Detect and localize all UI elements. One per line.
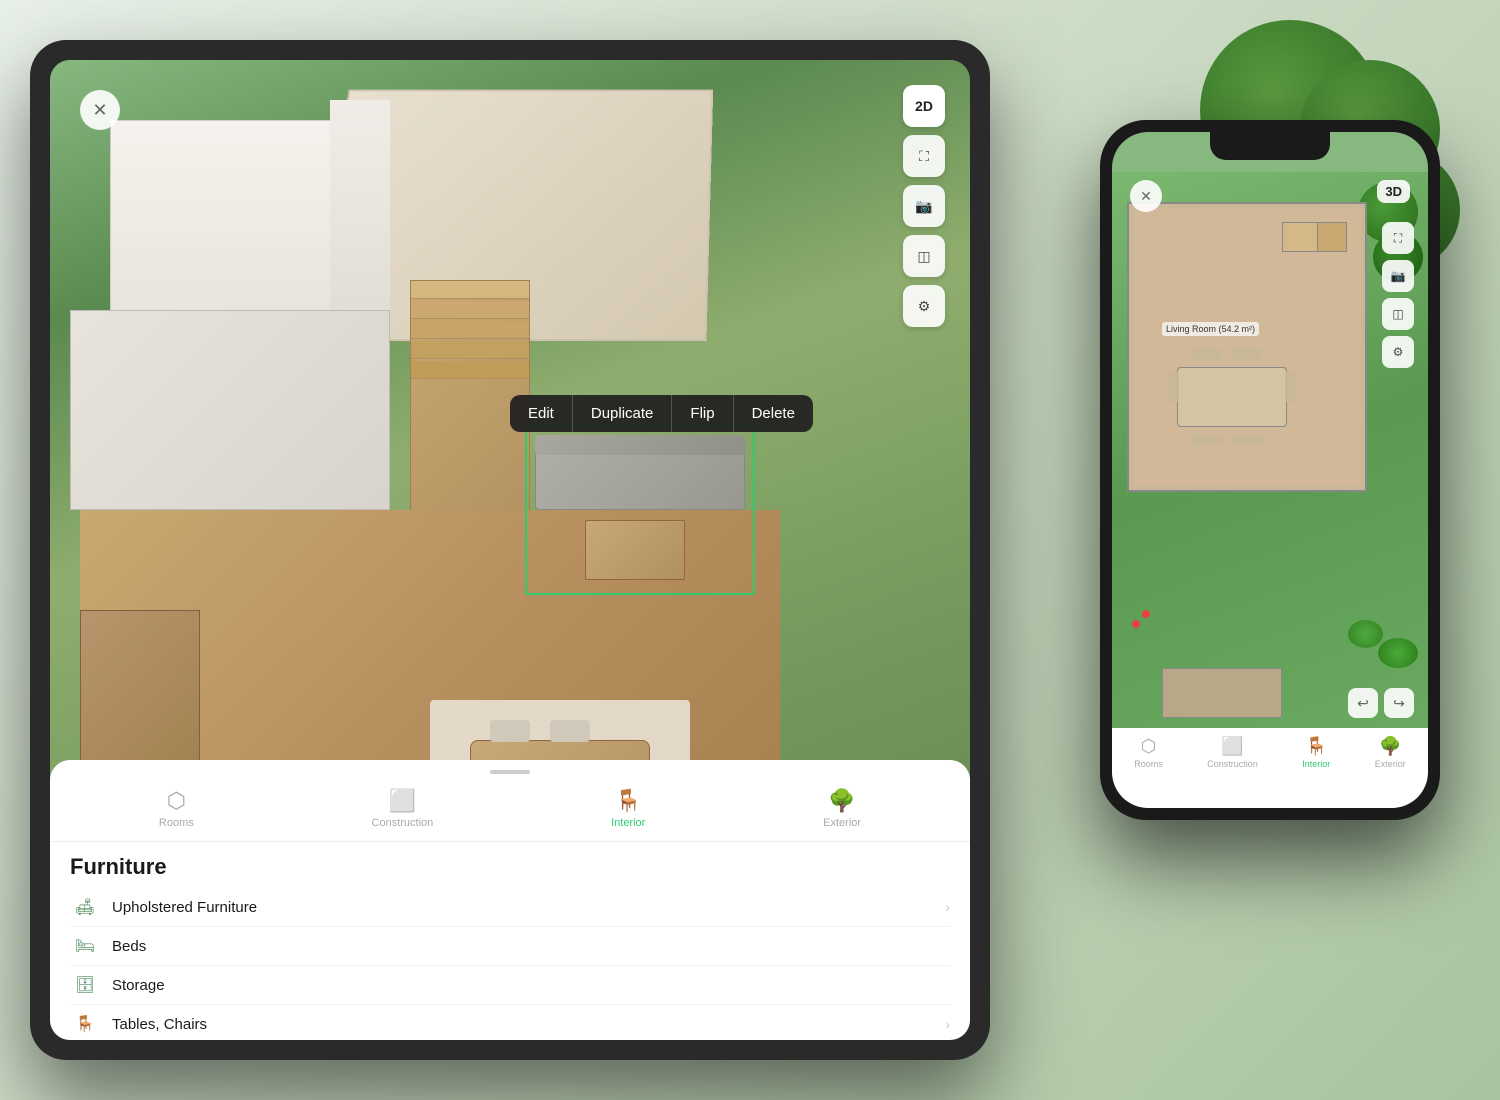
- fullscreen-button[interactable]: ⛶: [903, 135, 945, 177]
- arrow-3: ›: [945, 1016, 950, 1032]
- step-5: [411, 361, 529, 379]
- bottom-panel: ⬡ Rooms ⬜ Construction 🪑 Interior 🌳 Exte…: [50, 760, 970, 1040]
- phone-rooms-icon: ⬡: [1141, 736, 1157, 757]
- kitchen-area: [70, 310, 390, 510]
- phone-chair-r: [1285, 372, 1295, 402]
- phone-camera-button[interactable]: 📷: [1382, 260, 1414, 292]
- tablet-device: Edit Duplicate Flip Delete: [30, 40, 990, 1060]
- phone-device: Living Room (54.2 m²): [1100, 120, 1440, 820]
- menu-item-upholstered[interactable]: 🛋 Upholstered Furniture ›: [70, 888, 950, 927]
- phone-fullscreen-icon: ⛶: [1394, 231, 1402, 246]
- phone-fullscreen-button[interactable]: ⛶: [1382, 222, 1414, 254]
- phone-shrub-1: [1378, 638, 1418, 668]
- construction-icon: ⬜: [389, 788, 416, 814]
- menu-item-tables[interactable]: 🪑 Tables, Chairs ›: [70, 1005, 950, 1040]
- flip-button[interactable]: Flip: [672, 395, 733, 432]
- tab-exterior[interactable]: 🌳 Exterior: [807, 784, 877, 833]
- wall-center: [330, 100, 390, 340]
- phone-bottom-tabs: ⬡ Rooms ⬜ Construction 🪑 Interior 🌳 Exte…: [1112, 728, 1428, 808]
- phone-interior-icon: 🪑: [1305, 736, 1327, 757]
- edit-button[interactable]: Edit: [510, 395, 573, 432]
- phone-view-button[interactable]: 3D: [1377, 180, 1410, 203]
- phone-exterior-icon: 🌳: [1379, 736, 1401, 757]
- beds-icon: 🛏: [70, 936, 100, 956]
- panel-content: Furniture 🛋 Upholstered Furniture › 🛏 Be…: [50, 842, 970, 1040]
- selection-box: [525, 425, 755, 595]
- storage-icon: 🗄: [70, 975, 100, 995]
- phone-construction-icon: ⬜: [1221, 736, 1243, 757]
- phone-chair-l: [1169, 372, 1179, 402]
- phone-layers-button[interactable]: ◫: [1382, 298, 1414, 330]
- phone-table: [1177, 367, 1287, 427]
- phone-shrub-2: [1348, 620, 1383, 648]
- phone-settings-icon: ⚙: [1393, 345, 1404, 359]
- tables-icon: 🪑: [70, 1014, 100, 1034]
- tab-rooms[interactable]: ⬡ Rooms: [143, 784, 210, 833]
- camera-icon: 📷: [915, 198, 932, 215]
- phone-chair-t2: [1232, 349, 1262, 359]
- phone-redo-button[interactable]: ↪: [1384, 688, 1414, 718]
- phone-undo-redo: ↩ ↪: [1348, 688, 1414, 718]
- tablet-toolbar: 2D ⛶ 📷 ◫ ⚙: [903, 85, 945, 327]
- layers-button[interactable]: ◫: [903, 235, 945, 277]
- phone-screen: Living Room (54.2 m²): [1112, 132, 1428, 808]
- step-3: [411, 321, 529, 339]
- sofa-area: [530, 430, 750, 590]
- panel-title: Furniture: [70, 854, 950, 880]
- phone-undo-button[interactable]: ↩: [1348, 688, 1378, 718]
- phone-dining-set: [1177, 357, 1287, 437]
- rooms-icon: ⬡: [167, 788, 186, 814]
- tablet-close-button[interactable]: ✕: [80, 90, 120, 130]
- menu-item-storage[interactable]: 🗄 Storage ›: [70, 966, 950, 1005]
- interior-icon: 🪑: [615, 788, 642, 814]
- settings-icon: ⚙: [918, 298, 931, 315]
- menu-item-beds[interactable]: 🛏 Beds ›: [70, 927, 950, 966]
- flower-2: [1142, 610, 1150, 618]
- phone-camera-icon: 📷: [1391, 269, 1406, 283]
- chair-4: [550, 720, 590, 742]
- phone-notch: [1210, 132, 1330, 160]
- phone-chair-t1: [1192, 349, 1222, 359]
- phone-layers-icon: ◫: [1392, 307, 1403, 321]
- tab-interior[interactable]: 🪑 Interior: [595, 784, 661, 833]
- phone-tab-construction[interactable]: ⬜ Construction: [1207, 736, 1258, 769]
- step-1: [411, 281, 529, 299]
- tablet-screen: Edit Duplicate Flip Delete: [50, 60, 970, 1040]
- duplicate-button[interactable]: Duplicate: [573, 395, 673, 432]
- settings-button[interactable]: ⚙: [903, 285, 945, 327]
- panel-tabs: ⬡ Rooms ⬜ Construction 🪑 Interior 🌳 Exte…: [50, 780, 970, 842]
- panel-handle: [490, 770, 530, 774]
- camera-button[interactable]: 📷: [903, 185, 945, 227]
- phone-right-toolbar: ⛶ 📷 ◫ ⚙: [1382, 222, 1414, 368]
- phone-item-1: [1282, 222, 1322, 252]
- fullscreen-icon: ⛶: [919, 148, 929, 165]
- chair-3: [490, 720, 530, 742]
- delete-button[interactable]: Delete: [734, 395, 813, 432]
- context-menu: Edit Duplicate Flip Delete: [510, 395, 813, 432]
- phone-tab-interior[interactable]: 🪑 Interior: [1302, 736, 1330, 769]
- tab-construction[interactable]: ⬜ Construction: [356, 784, 450, 833]
- phone-chair-b2: [1232, 435, 1262, 445]
- phone-close-button[interactable]: ✕: [1130, 180, 1162, 212]
- phone-item-2: [1317, 222, 1347, 252]
- phone-tab-rooms[interactable]: ⬡ Rooms: [1134, 736, 1163, 769]
- exterior-icon: 🌳: [828, 788, 855, 814]
- phone-pathway: [1162, 668, 1282, 718]
- arrow-0: ›: [945, 899, 950, 915]
- phone-chair-b1: [1192, 435, 1222, 445]
- layers-icon: ◫: [917, 248, 930, 265]
- phone-floorplan: Living Room (54.2 m²): [1112, 172, 1428, 728]
- upholstered-icon: 🛋: [70, 897, 100, 917]
- step-2: [411, 301, 529, 319]
- app-container: Edit Duplicate Flip Delete: [0, 0, 1500, 1100]
- phone-tab-exterior[interactable]: 🌳 Exterior: [1375, 736, 1406, 769]
- phone-room-label: Living Room (54.2 m²): [1162, 322, 1259, 336]
- step-4: [411, 341, 529, 359]
- phone-settings-button[interactable]: ⚙: [1382, 336, 1414, 368]
- flower-1: [1132, 620, 1140, 628]
- view-2d-button[interactable]: 2D: [903, 85, 945, 127]
